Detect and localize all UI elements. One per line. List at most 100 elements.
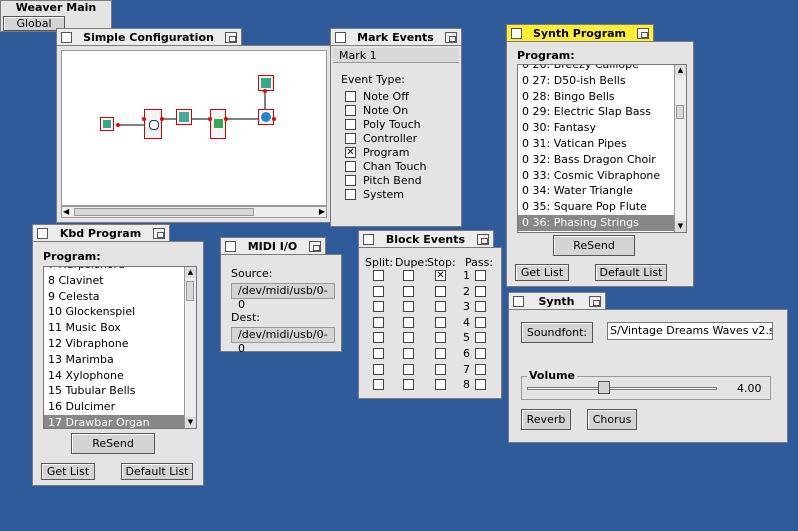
close-box-icon[interactable] [61,32,72,43]
list-item[interactable]: 9 Celesta [44,289,184,305]
scroll-down-icon[interactable]: ▼ [675,221,686,232]
scroll-up-icon[interactable]: ▲ [675,65,686,76]
split-checkbox[interactable] [373,379,384,391]
list-item[interactable]: 11 Music Box [44,320,184,336]
synth-tab[interactable]: Synth [508,292,606,310]
close-box-icon[interactable] [511,28,522,39]
pass-checkbox[interactable] [475,379,486,391]
pass-checkbox[interactable] [475,332,486,344]
zoom-box-icon[interactable] [225,32,237,43]
dupe-checkbox[interactable] [403,332,414,344]
soundfont-button[interactable]: Soundfont: [521,322,593,343]
volume-slider-thumb[interactable] [598,381,611,394]
scroll-thumb[interactable] [676,105,684,119]
pass-checkbox[interactable] [475,301,486,313]
default-list-button[interactable]: Default List [121,463,193,480]
mark-events-tab[interactable]: Mark Events [330,28,462,46]
horizontal-scrollbar[interactable]: ◀ ▶ [61,206,327,218]
split-checkbox[interactable] [373,285,384,297]
router-node[interactable] [144,109,162,139]
scroll-right-icon[interactable]: ▶ [319,207,325,216]
list-item[interactable]: 13 Marimba [44,352,184,368]
soundfont-path-field[interactable]: S/Vintage Dreams Waves v2.sf2 [607,322,773,340]
stop-checkbox[interactable] [435,332,446,344]
split-checkbox[interactable] [373,363,384,375]
zoom-box-icon[interactable] [153,228,165,239]
pass-checkbox[interactable] [475,348,486,359]
scroll-thumb[interactable] [74,208,254,216]
simple-config-tab[interactable]: Simple Configuration [56,28,242,46]
close-box-icon[interactable] [335,32,346,43]
list-item[interactable]: 0 31: Vatican Pipes [518,136,674,152]
dupe-checkbox[interactable] [403,348,414,359]
block-events-tab[interactable]: Block Events [358,230,494,248]
get-list-button[interactable]: Get List [515,264,569,281]
pass-checkbox[interactable] [475,270,486,281]
get-list-button[interactable]: Get List [41,463,95,480]
list-item[interactable]: 0 36: Phasing Strings [518,214,674,231]
zoom-box-icon[interactable] [589,296,601,307]
list-item[interactable]: 0 28: Bingo Bells [518,89,674,105]
zoom-box-icon[interactable] [637,28,649,39]
list-item[interactable]: 16 Dulcimer [44,399,184,415]
filter-node[interactable] [176,109,192,125]
midi-in-node[interactable] [100,117,114,131]
list-item[interactable]: 0 35: Square Pop Flute [518,199,674,215]
stop-checkbox[interactable] [435,316,446,328]
mapper-node[interactable] [210,109,226,139]
stop-checkbox[interactable] [435,301,446,313]
scroll-up-icon[interactable]: ▲ [185,267,196,278]
close-box-icon[interactable] [37,228,48,239]
list-item[interactable]: 0 34: Water Triangle [518,183,674,199]
zoom-box-icon[interactable] [445,32,457,43]
split-checkbox[interactable] [373,332,384,344]
dupe-checkbox[interactable] [403,379,414,391]
list-item[interactable]: 12 Vibraphone [44,336,184,352]
dupe-checkbox[interactable] [403,301,414,313]
stop-checkbox[interactable] [435,348,446,359]
volume-slider-track[interactable] [527,387,717,390]
split-checkbox[interactable] [373,316,384,328]
pass-checkbox[interactable] [475,363,486,375]
default-list-button[interactable]: Default List [595,264,667,281]
pass-checkbox[interactable] [475,316,486,328]
dest-field[interactable]: /dev/midi/usb/0-0 [231,327,335,355]
event-checkbox[interactable] [345,119,356,130]
zoom-box-icon[interactable] [477,234,489,245]
list-item[interactable]: 0 33: Cosmic Vibraphone [518,168,674,184]
list-item[interactable]: 0 27: D50-ish Bells [518,73,674,89]
close-box-icon[interactable] [513,296,524,307]
scroll-down-icon[interactable]: ▼ [185,417,196,428]
resend-button[interactable]: ReSend [553,235,635,256]
synth-program-list[interactable]: 0 26: Breezy Calliope 0 27: D50-ish Bells… [517,64,687,233]
list-item[interactable]: 0 32: Bass Dragon Choir [518,152,674,168]
list-item[interactable]: 14 Xylophone [44,368,184,384]
stop-checkbox[interactable]: ✕ [435,270,446,281]
scroll-thumb[interactable] [186,281,194,301]
stop-checkbox[interactable] [435,285,446,297]
event-checkbox[interactable] [345,105,356,116]
vertical-scrollbar[interactable]: ▲ ▼ [184,267,196,428]
split-checkbox[interactable] [373,348,384,359]
list-item[interactable]: 7 Harpsichord [44,267,184,273]
stop-checkbox[interactable] [435,379,446,391]
dupe-checkbox[interactable] [403,363,414,375]
kbd-program-tab[interactable]: Kbd Program [32,224,170,242]
stop-checkbox[interactable] [435,363,446,375]
midi-io-tab[interactable]: MIDI I/O [220,237,326,255]
list-item[interactable]: 8 Clavinet [44,273,184,289]
vertical-scrollbar[interactable]: ▲ ▼ [674,65,686,232]
close-box-icon[interactable] [225,241,236,252]
event-checkbox[interactable] [345,161,356,172]
event-checkbox[interactable] [345,91,356,102]
reverb-button[interactable]: Reverb [521,409,571,430]
pass-checkbox[interactable] [475,285,486,297]
list-item[interactable]: 0 26: Breezy Calliope [518,65,674,73]
list-item[interactable]: 17 Drawbar Organ [44,414,184,428]
resend-button[interactable]: ReSend [71,433,155,454]
mark-tab[interactable]: Mark 1 [333,48,459,63]
close-box-icon[interactable] [363,234,374,245]
list-item[interactable]: 15 Tubular Bells [44,383,184,399]
config-canvas[interactable] [61,50,327,206]
zoom-box-icon[interactable] [309,241,321,252]
